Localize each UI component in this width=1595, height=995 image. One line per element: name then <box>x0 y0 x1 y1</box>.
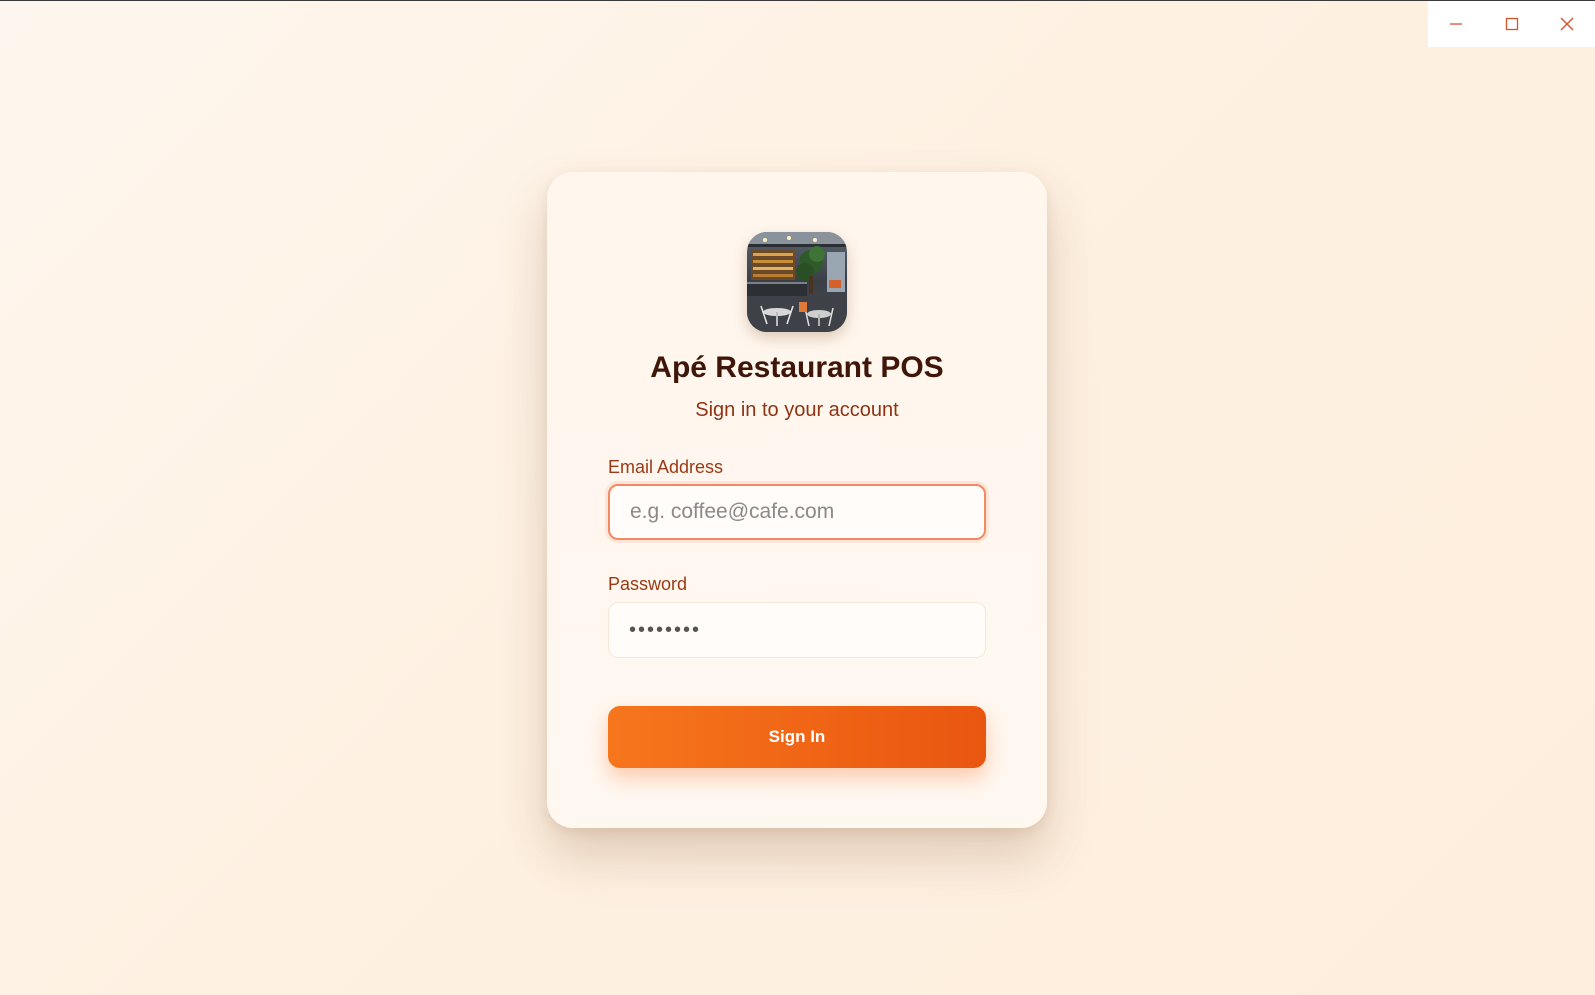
password-masked-value: •••••••• <box>629 618 702 641</box>
close-icon <box>1560 17 1574 31</box>
sign-in-subtitle: Sign in to your account <box>695 399 899 421</box>
close-button[interactable] <box>1539 1 1595 47</box>
window-top-border <box>0 0 1595 1</box>
email-input[interactable] <box>608 484 986 540</box>
maximize-icon <box>1505 17 1518 31</box>
login-card: Apé Restaurant POS Sign in to your accou… <box>547 172 1047 828</box>
sign-in-button[interactable]: Sign In <box>608 706 986 768</box>
minimize-button[interactable] <box>1428 1 1484 47</box>
restaurant-photo-icon <box>747 232 847 332</box>
maximize-button[interactable] <box>1484 1 1540 47</box>
password-label: Password <box>608 574 688 594</box>
app-title: Apé Restaurant POS <box>650 351 944 384</box>
minimize-icon <box>1449 23 1462 25</box>
email-label: Email Address <box>608 457 724 477</box>
restaurant-logo-image <box>747 232 847 332</box>
window-controls <box>1428 1 1595 47</box>
password-input[interactable]: •••••••• <box>608 602 986 658</box>
